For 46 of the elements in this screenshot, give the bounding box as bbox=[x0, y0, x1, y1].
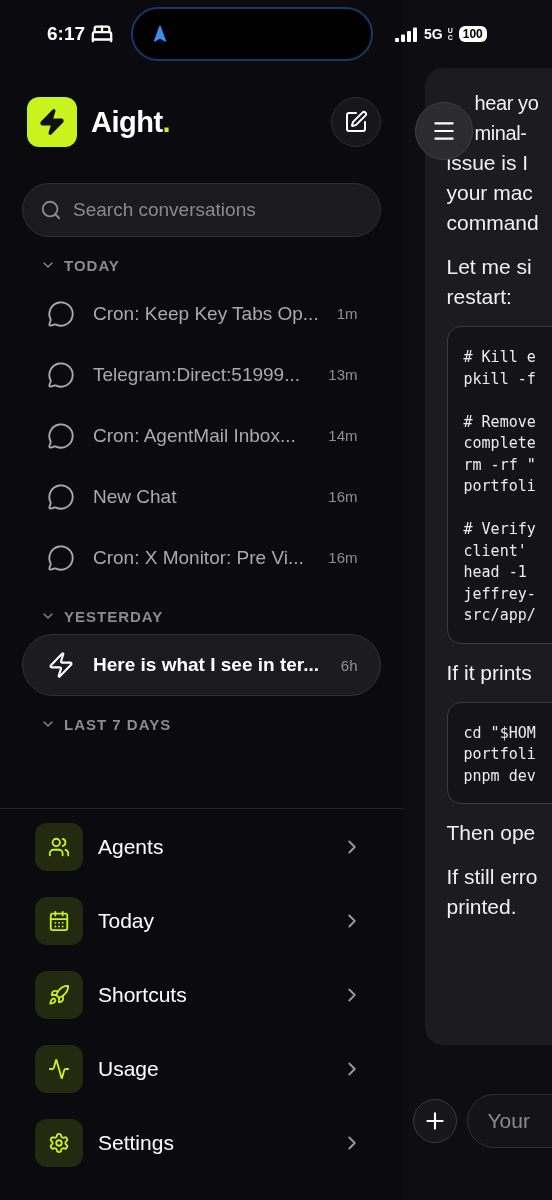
menu-item[interactable]: Today bbox=[0, 897, 403, 945]
menu-item[interactable]: Settings bbox=[0, 1119, 403, 1167]
new-chat-button[interactable] bbox=[330, 97, 381, 147]
message-text: Let me si restart: bbox=[446, 254, 533, 310]
message-text: If it prints bbox=[446, 659, 533, 686]
status-time: 6:17 bbox=[47, 23, 86, 45]
message-input[interactable]: Your bbox=[466, 1094, 552, 1148]
message-text: If still erro printed. bbox=[446, 864, 539, 920]
message-text: issue is I your mac command bbox=[446, 150, 540, 236]
section-header[interactable]: TODAY bbox=[0, 247, 403, 283]
section-header[interactable]: YESTERDAY bbox=[0, 598, 403, 634]
code-block: # Kill e pkill -f # Remove complete rm -rf " portfoli # Verify client' head -1 jeffrey- src/app/ bbox=[446, 326, 552, 644]
settings-icon bbox=[48, 1132, 70, 1154]
lightning-icon bbox=[47, 651, 75, 679]
chat-bubble-icon bbox=[47, 421, 75, 450]
people-icon bbox=[48, 836, 70, 858]
bed-icon bbox=[91, 23, 114, 45]
lightning-icon bbox=[38, 108, 66, 136]
chat-bubble-icon bbox=[47, 543, 75, 572]
conversation-item[interactable]: Cron: Keep Key Tabs Op... 1m bbox=[22, 283, 381, 344]
conversation-item[interactable]: Here is what I see in ter... 6h bbox=[22, 634, 381, 696]
calendar-icon bbox=[48, 910, 70, 932]
menu-item[interactable]: Agents bbox=[0, 823, 403, 871]
conversation-item[interactable]: Cron: AgentMail Inbox... 14m bbox=[22, 405, 381, 466]
chat-bubble-icon bbox=[47, 482, 75, 511]
message-text: Then ope bbox=[446, 820, 537, 846]
chat-bubble-icon bbox=[47, 299, 75, 328]
menu-item[interactable]: Shortcuts bbox=[0, 971, 403, 1019]
app-name: Aight. bbox=[91, 105, 171, 139]
compose-icon bbox=[343, 110, 368, 134]
menu-item[interactable]: Usage bbox=[0, 1045, 403, 1093]
search-icon bbox=[40, 199, 62, 221]
chat-bubble-icon bbox=[47, 360, 75, 389]
section-header[interactable]: LAST 7 DAYS bbox=[0, 706, 403, 742]
search-field[interactable]: Search conversations bbox=[22, 183, 381, 237]
network-label: 5G bbox=[424, 26, 443, 42]
conversation-item[interactable]: Telegram:Direct:51999... 13m bbox=[22, 344, 381, 405]
message-text: hear yo minal- bbox=[474, 91, 540, 146]
rocket-icon bbox=[48, 984, 70, 1006]
signal-icon bbox=[395, 26, 420, 42]
trend-line-icon bbox=[48, 1058, 70, 1080]
conversation-item[interactable]: Cron: X Monitor: Pre Vi... 16m bbox=[22, 527, 381, 588]
battery-level: 100 bbox=[458, 26, 487, 42]
code-block: cd "$HOM portfoli pnpm dev bbox=[446, 701, 552, 804]
conversation-item[interactable]: New Chat 16m bbox=[22, 466, 381, 527]
add-button[interactable] bbox=[412, 1099, 457, 1143]
